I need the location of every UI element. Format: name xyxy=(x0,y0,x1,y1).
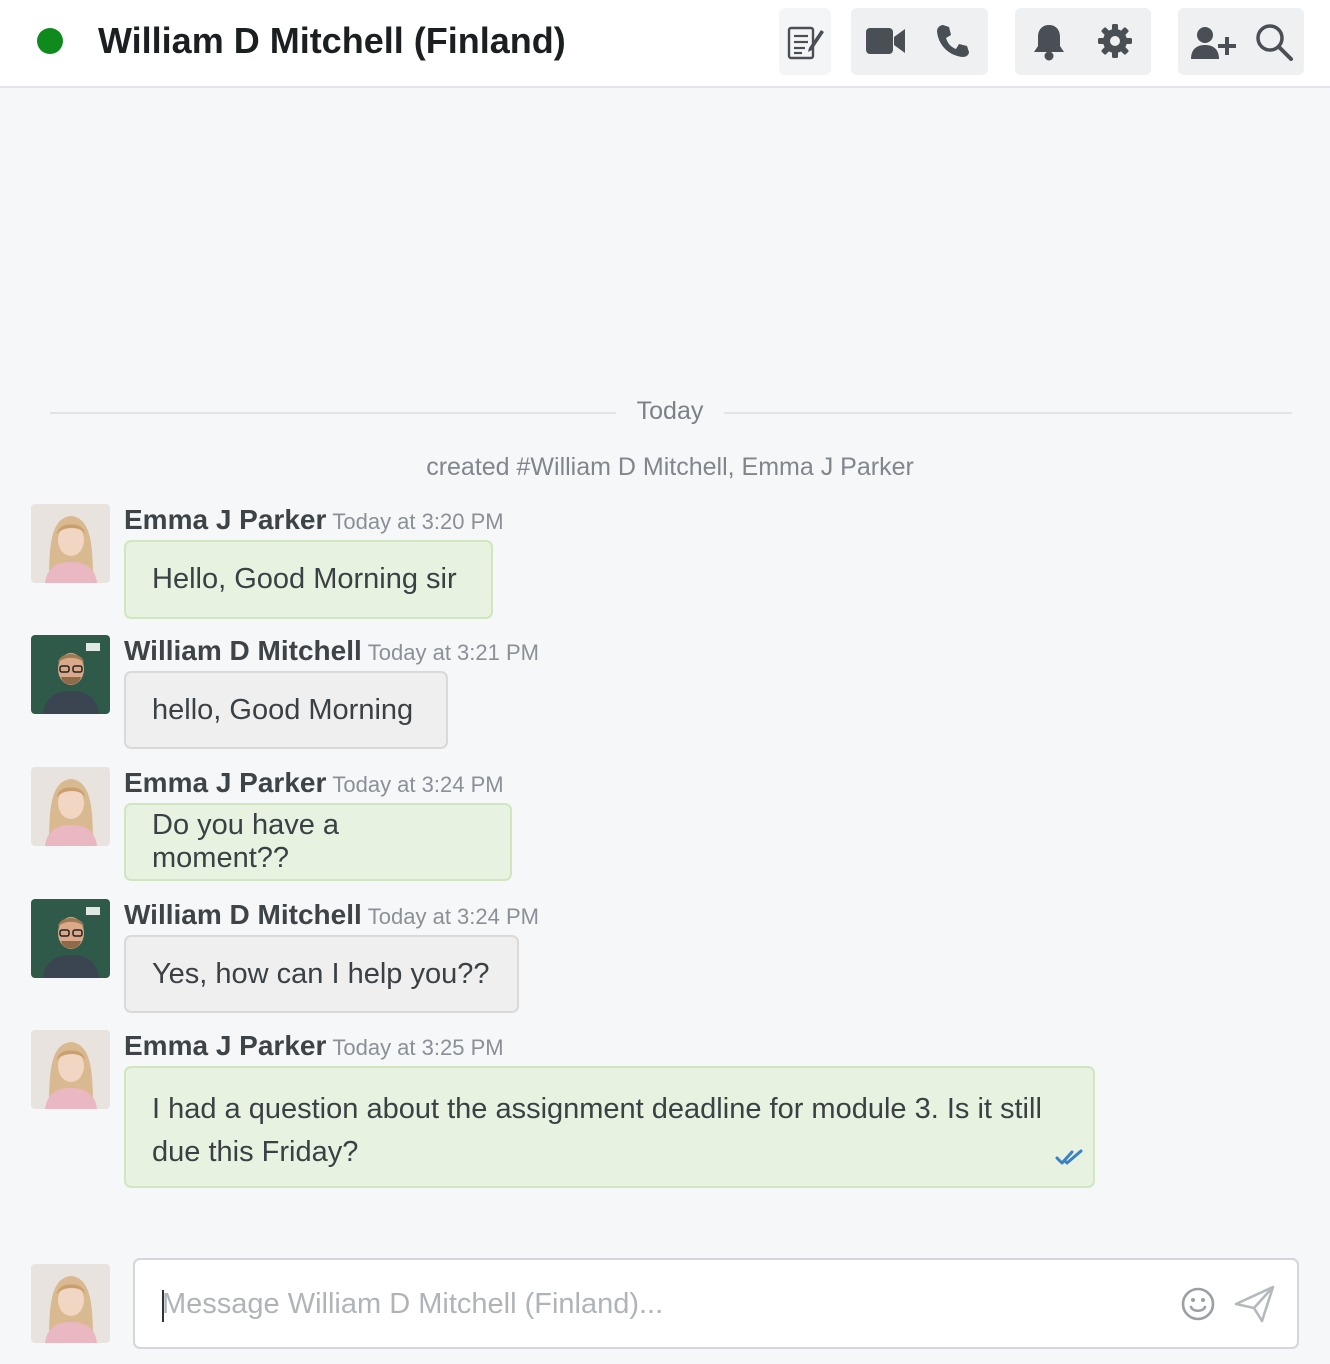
chat-header: William D Mitchell (Finland) xyxy=(0,0,1330,88)
date-divider: Today xyxy=(50,397,1292,429)
message-author[interactable]: Emma J Parker xyxy=(124,767,326,798)
message-bubble: hello, Good Morning xyxy=(124,671,448,749)
message-time: Today at 3:24 PM xyxy=(367,904,539,929)
notes-icon xyxy=(787,24,825,60)
add-member-button[interactable] xyxy=(1190,25,1238,61)
date-divider-label: Today xyxy=(636,397,704,425)
divider-line xyxy=(724,412,1292,414)
system-message: created #William D Mitchell, Emma J Park… xyxy=(426,453,914,481)
message-author[interactable]: Emma J Parker xyxy=(124,1030,326,1061)
video-icon xyxy=(865,25,907,57)
settings-group xyxy=(1015,8,1151,75)
message-text: I had a question about the assignment de… xyxy=(152,1093,1042,1168)
avatar-emma[interactable] xyxy=(31,1030,110,1109)
bell-icon xyxy=(1031,22,1067,62)
message-bubble: Yes, how can I help you?? xyxy=(124,935,519,1013)
call-actions-group xyxy=(851,8,988,75)
message-text: hello, Good Morning xyxy=(152,693,414,726)
message-time: Today at 3:20 PM xyxy=(332,509,504,534)
message-text: Yes, how can I help you?? xyxy=(152,957,490,990)
settings-button[interactable] xyxy=(1097,23,1133,59)
people-search-group xyxy=(1178,8,1304,75)
message-bubble: I had a question about the assignment de… xyxy=(124,1066,1095,1188)
add-user-icon xyxy=(1190,25,1238,61)
message-composer xyxy=(133,1258,1299,1349)
message-bubble: Do you have a moment?? xyxy=(124,803,512,881)
voice-call-button[interactable] xyxy=(935,23,971,59)
message-input[interactable] xyxy=(162,1278,1162,1330)
message-author[interactable]: William D Mitchell xyxy=(124,635,362,666)
message-time: Today at 3:24 PM xyxy=(332,772,504,797)
message-bubble: Hello, Good Morning sir xyxy=(124,540,493,619)
notes-button[interactable] xyxy=(779,8,831,75)
notifications-button[interactable] xyxy=(1031,22,1067,62)
message-text: Hello, Good Morning sir xyxy=(152,563,457,595)
gear-icon xyxy=(1097,23,1133,59)
search-button[interactable] xyxy=(1254,22,1294,62)
message-meta: Emma J Parker Today at 3:24 PM xyxy=(124,767,504,799)
message-meta: Emma J Parker Today at 3:25 PM xyxy=(124,1030,504,1062)
search-icon xyxy=(1254,22,1294,62)
message-author[interactable]: William D Mitchell xyxy=(124,899,362,930)
message-time: Today at 3:21 PM xyxy=(367,640,539,665)
emoji-button[interactable] xyxy=(1180,1286,1216,1322)
message-meta: Emma J Parker Today at 3:20 PM xyxy=(124,504,504,536)
chat-title: William D Mitchell (Finland) xyxy=(98,20,566,61)
double-check-icon xyxy=(1055,1137,1085,1180)
online-status-indicator xyxy=(37,28,63,54)
avatar-william[interactable] xyxy=(31,899,110,978)
message-time: Today at 3:25 PM xyxy=(332,1035,504,1060)
avatar-william[interactable] xyxy=(31,635,110,714)
video-call-button[interactable] xyxy=(865,25,907,57)
send-icon xyxy=(1234,1284,1276,1324)
message-text: Do you have a moment?? xyxy=(152,809,340,874)
avatar-emma[interactable] xyxy=(31,767,110,846)
send-button[interactable] xyxy=(1234,1284,1276,1324)
emoji-icon xyxy=(1180,1286,1216,1322)
avatar-emma[interactable] xyxy=(31,504,110,583)
divider-line xyxy=(50,412,616,414)
message-meta: William D Mitchell Today at 3:21 PM xyxy=(124,635,539,667)
phone-icon xyxy=(935,23,971,59)
current-user-avatar xyxy=(31,1264,110,1343)
message-author[interactable]: Emma J Parker xyxy=(124,504,326,535)
message-meta: William D Mitchell Today at 3:24 PM xyxy=(124,899,539,931)
